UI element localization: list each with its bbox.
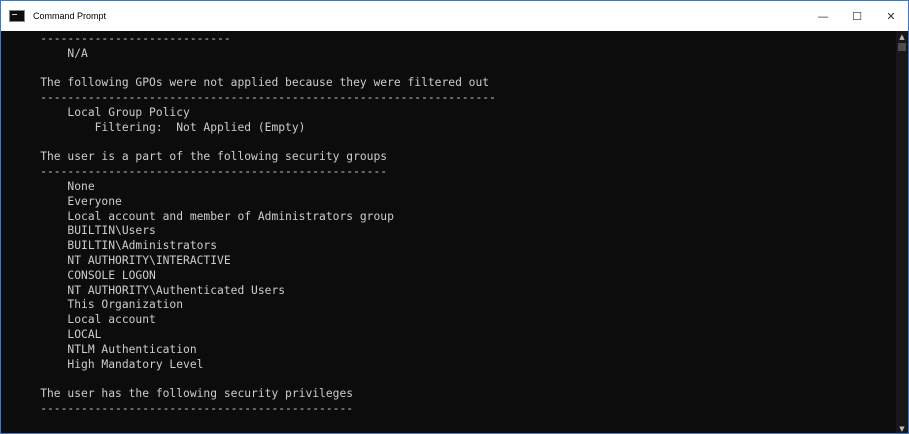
- console-line: NT AUTHORITY\INTERACTIVE: [13, 254, 231, 267]
- scroll-down-arrow-icon[interactable]: ▼: [896, 424, 908, 433]
- minimize-button[interactable]: —: [806, 1, 840, 31]
- title-bar[interactable]: Command Prompt — ☐ ✕: [1, 1, 908, 31]
- console-line: Local account: [13, 313, 156, 327]
- console-line: ----------------------------------------…: [13, 402, 354, 415]
- console-line: This Organization: [13, 298, 184, 312]
- console-line: ----------------------------: [13, 32, 231, 45]
- console-line: None: [13, 180, 95, 193]
- console-line: ----------------------------------------…: [13, 91, 496, 105]
- close-button[interactable]: ✕: [874, 1, 908, 31]
- console-line: NT AUTHORITY\Authenticated Users: [13, 283, 286, 297]
- maximize-button[interactable]: ☐: [840, 1, 874, 31]
- scroll-up-arrow-icon[interactable]: ▲: [896, 32, 908, 42]
- console-output[interactable]: ---------------------------- N/A The fol…: [1, 31, 897, 433]
- command-prompt-window: Command Prompt — ☐ ✕ -------------------…: [0, 0, 909, 434]
- console-line: NTLM Authentication: [13, 342, 197, 356]
- console-line: The user has the following security priv…: [13, 387, 354, 401]
- window-controls: — ☐ ✕: [806, 1, 908, 31]
- console-line: Local Group Policy: [13, 106, 190, 119]
- vertical-scrollbar[interactable]: ▲ ▼: [896, 31, 908, 433]
- console-line: Local account and member of Administrato…: [13, 209, 394, 223]
- console-line: High Mandatory Level: [13, 357, 204, 371]
- console-line: BUILTIN\Users: [13, 224, 156, 238]
- console-line: Everyone: [13, 194, 122, 208]
- console-line: N/A: [13, 46, 88, 60]
- scrollbar-thumb[interactable]: [898, 43, 906, 51]
- console-line: The user is a part of the following secu…: [13, 150, 388, 164]
- console-line: The following GPOs were not applied beca…: [13, 76, 490, 90]
- console-line: ----------------------------------------…: [13, 165, 388, 179]
- console-line: BUILTIN\Administrators: [13, 239, 218, 253]
- console-line: LOCAL: [13, 328, 102, 341]
- console-line: Filtering: Not Applied (Empty): [13, 120, 306, 134]
- console-line: CONSOLE LOGON: [13, 268, 156, 282]
- window-title: Command Prompt: [33, 11, 107, 21]
- command-prompt-icon[interactable]: [9, 10, 25, 22]
